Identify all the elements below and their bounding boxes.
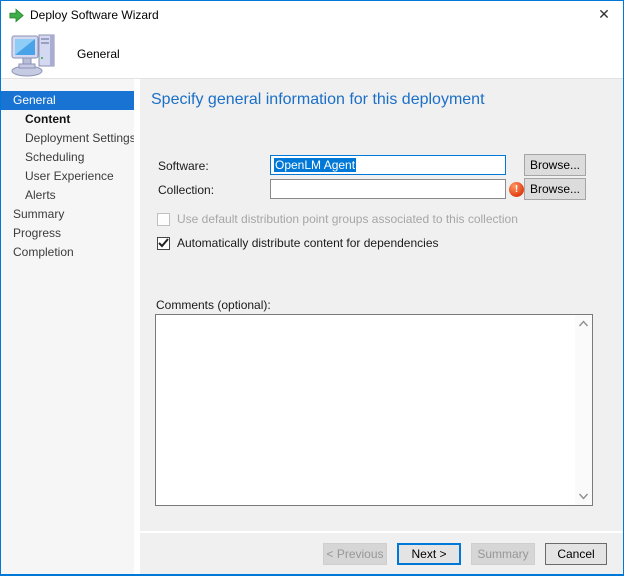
nav-item-completion[interactable]: Completion bbox=[1, 243, 134, 262]
previous-button[interactable]: < Previous bbox=[323, 543, 387, 565]
collection-label: Collection: bbox=[158, 183, 214, 197]
nav-item-alerts[interactable]: Alerts bbox=[1, 186, 134, 205]
deploy-arrow-icon bbox=[9, 8, 24, 23]
comments-label: Comments (optional): bbox=[156, 298, 271, 312]
dependencies-checkbox-label: Automatically distribute content for dep… bbox=[177, 236, 439, 250]
nav-item-deployment-settings[interactable]: Deployment Settings bbox=[1, 129, 134, 148]
check-icon bbox=[158, 238, 169, 248]
title-bar: Deploy Software Wizard ✕ bbox=[1, 1, 623, 29]
nav-item-user-experience[interactable]: User Experience bbox=[1, 167, 134, 186]
summary-button[interactable]: Summary bbox=[471, 543, 535, 565]
next-button[interactable]: Next > bbox=[397, 543, 461, 565]
scroll-down-icon[interactable] bbox=[578, 491, 589, 501]
nav-item-general[interactable]: General bbox=[1, 91, 134, 110]
wizard-header: General bbox=[1, 29, 623, 79]
dependencies-checkbox[interactable] bbox=[157, 237, 170, 250]
window-title: Deploy Software Wizard bbox=[30, 8, 159, 22]
collection-error-icon: ! bbox=[509, 182, 524, 197]
collection-browse-button[interactable]: Browse... bbox=[524, 178, 586, 200]
nav-item-scheduling[interactable]: Scheduling bbox=[1, 148, 134, 167]
distribution-point-checkbox bbox=[157, 213, 170, 226]
deploy-software-wizard-window: Deploy Software Wizard ✕ General General… bbox=[0, 0, 624, 576]
comments-textarea[interactable] bbox=[155, 314, 593, 506]
scroll-up-icon[interactable] bbox=[578, 319, 589, 329]
nav-item-content[interactable]: Content bbox=[1, 110, 134, 129]
wizard-body: General Content Deployment Settings Sche… bbox=[1, 79, 623, 574]
nav-item-progress[interactable]: Progress bbox=[1, 224, 134, 243]
wizard-footer: < Previous Next > Summary Cancel bbox=[140, 531, 623, 574]
page-heading: Specify general information for this dep… bbox=[151, 91, 485, 109]
wizard-nav: General Content Deployment Settings Sche… bbox=[1, 79, 134, 574]
collection-input[interactable] bbox=[270, 179, 506, 199]
distribution-point-checkbox-row: Use default distribution point groups as… bbox=[157, 212, 518, 226]
wizard-page-general: Specify general information for this dep… bbox=[134, 79, 623, 574]
close-icon[interactable]: ✕ bbox=[591, 3, 617, 25]
software-input-selected-text: OpenLM Agent bbox=[274, 158, 356, 172]
dependencies-checkbox-row[interactable]: Automatically distribute content for dep… bbox=[157, 236, 439, 250]
comments-scrollbar[interactable] bbox=[575, 315, 592, 505]
computer-icon bbox=[10, 31, 62, 77]
software-browse-button[interactable]: Browse... bbox=[524, 154, 586, 176]
nav-item-summary[interactable]: Summary bbox=[1, 205, 134, 224]
software-label: Software: bbox=[158, 159, 209, 173]
cancel-button[interactable]: Cancel bbox=[545, 543, 607, 565]
header-page-title: General bbox=[77, 47, 120, 61]
distribution-point-checkbox-label: Use default distribution point groups as… bbox=[177, 212, 518, 226]
software-input[interactable]: OpenLM Agent bbox=[270, 155, 506, 175]
